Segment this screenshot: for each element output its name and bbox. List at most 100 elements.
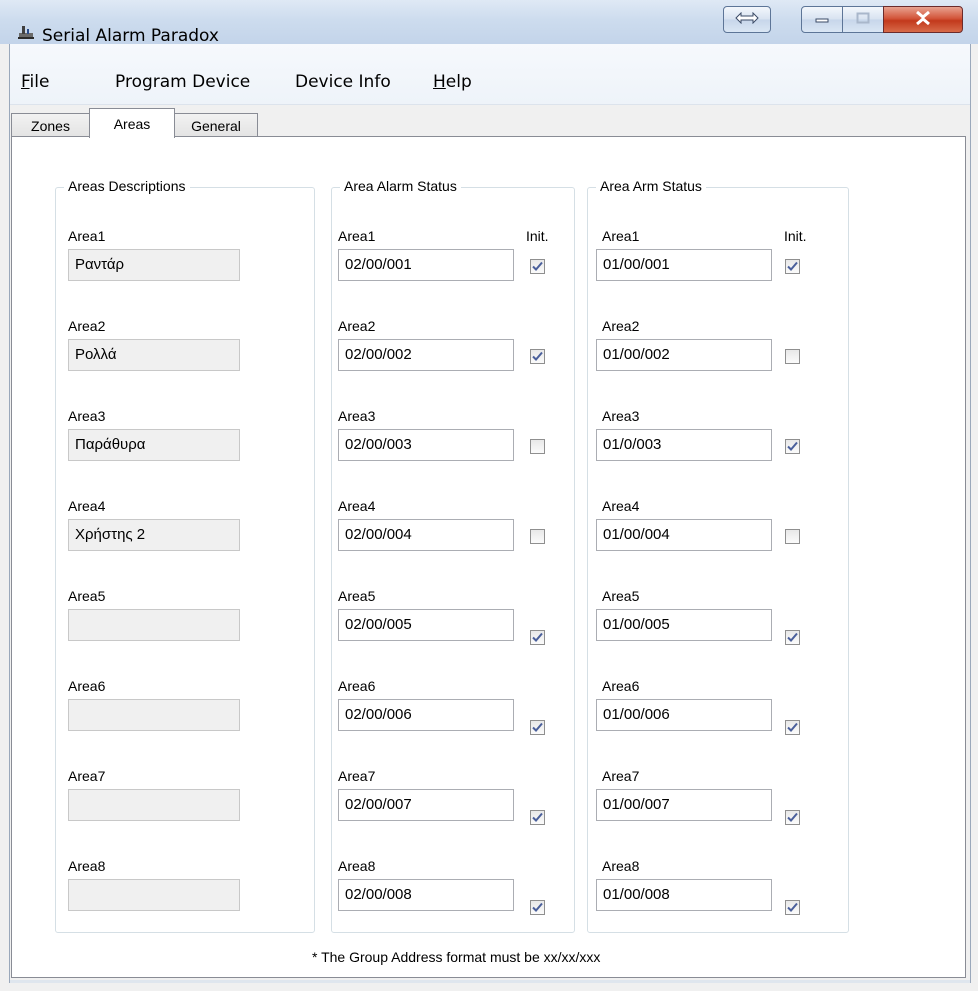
desc-area-label: Area4	[68, 498, 106, 514]
arm-area-label: Area3	[602, 408, 640, 424]
arm-area-label: Area8	[602, 858, 640, 874]
alarm-init-checkbox[interactable]	[530, 630, 545, 645]
alarm-init-checkbox[interactable]	[530, 720, 545, 735]
alarm-address-input[interactable]: 02/00/004	[338, 519, 514, 551]
arm-address-input[interactable]: 01/00/001	[596, 249, 772, 281]
maximize-button[interactable]	[842, 6, 884, 33]
menu-file[interactable]: File	[21, 72, 49, 92]
desc-area-textbox[interactable]: Παράθυρα	[68, 429, 240, 461]
area-arm-status-group: Area Arm Status Init. Area1 01/00/001 Area…	[587, 178, 849, 933]
alarm-init-checkbox[interactable]	[530, 439, 545, 454]
alarm-address-input[interactable]: 02/00/005	[338, 609, 514, 641]
arm-area-label: Area6	[602, 678, 640, 694]
arm-address-input[interactable]: 01/00/007	[596, 789, 772, 821]
title-bar[interactable]: Serial Alarm Paradox	[0, 0, 978, 46]
alarm-init-checkbox[interactable]	[530, 810, 545, 825]
alarm-area-label: Area3	[338, 408, 376, 424]
desc-area-textbox[interactable]	[68, 879, 240, 911]
arm-area-label: Area1	[602, 228, 640, 244]
maximize-icon	[856, 11, 870, 28]
arm-init-checkbox[interactable]	[785, 720, 800, 735]
areas-tab-panel: Areas Descriptions Area1 Ραντάρ Area2 Ρολλά…	[11, 136, 966, 978]
arm-address-input[interactable]: 01/0/003	[596, 429, 772, 461]
double-arrow-icon	[734, 11, 760, 28]
app-icon	[18, 24, 34, 40]
desc-area-textbox[interactable]: Ραντάρ	[68, 249, 240, 281]
tab-general[interactable]: General	[174, 113, 258, 137]
alarm-init-checkbox[interactable]	[530, 900, 545, 915]
alarm-area-label: Area7	[338, 768, 376, 784]
arm-init-checkbox[interactable]	[785, 529, 800, 544]
desc-area-label: Area2	[68, 318, 106, 334]
arm-init-checkbox[interactable]	[785, 810, 800, 825]
tab-strip: Zones Areas General	[10, 105, 970, 138]
window-bottom-edge	[10, 980, 970, 983]
desc-area-textbox[interactable]: Ρολλά	[68, 339, 240, 371]
tab-zones[interactable]: Zones	[11, 113, 90, 137]
menu-help-mnemonic: H	[433, 72, 446, 92]
area-alarm-status-title: Area Alarm Status	[340, 178, 461, 194]
app-window: Serial Alarm Paradox File Program Device	[0, 0, 978, 991]
alarm-init-checkbox[interactable]	[530, 529, 545, 544]
arm-init-checkbox[interactable]	[785, 900, 800, 915]
minimize-icon	[815, 11, 829, 28]
alarm-address-input[interactable]: 02/00/008	[338, 879, 514, 911]
desc-area-textbox[interactable]	[68, 609, 240, 641]
close-icon	[915, 10, 931, 29]
area-alarm-status-group: Area Alarm Status Init. Area1 02/00/001 Ar…	[331, 178, 575, 933]
arm-area-label: Area5	[602, 588, 640, 604]
window-title: Serial Alarm Paradox	[42, 26, 219, 46]
desc-area-label: Area3	[68, 408, 106, 424]
alarm-area-label: Area2	[338, 318, 376, 334]
arm-area-label: Area2	[602, 318, 640, 334]
arm-init-header: Init.	[784, 228, 807, 244]
alarm-area-label: Area4	[338, 498, 376, 514]
desc-area-textbox[interactable]	[68, 699, 240, 731]
alarm-address-input[interactable]: 02/00/001	[338, 249, 514, 281]
alarm-address-input[interactable]: 02/00/006	[338, 699, 514, 731]
alarm-address-input[interactable]: 02/00/003	[338, 429, 514, 461]
menu-help-label: elp	[445, 72, 472, 92]
alarm-address-input[interactable]: 02/00/007	[338, 789, 514, 821]
alarm-area-label: Area1	[338, 228, 376, 244]
desc-area-label: Area5	[68, 588, 106, 604]
arm-init-checkbox[interactable]	[785, 630, 800, 645]
arm-address-input[interactable]: 01/00/006	[596, 699, 772, 731]
group-address-footnote: * The Group Address format must be xx/xx…	[312, 949, 601, 965]
menu-device-info[interactable]: Device Info	[295, 72, 391, 92]
arm-address-input[interactable]: 01/00/002	[596, 339, 772, 371]
alarm-area-label: Area8	[338, 858, 376, 874]
arm-address-input[interactable]: 01/00/008	[596, 879, 772, 911]
menu-bar: File Program Device Device Info Help	[10, 44, 970, 105]
minimize-button[interactable]	[801, 6, 843, 33]
arm-init-checkbox[interactable]	[785, 259, 800, 274]
client-area: File Program Device Device Info Help Zon…	[9, 44, 971, 983]
arm-address-input[interactable]: 01/00/004	[596, 519, 772, 551]
desc-area-textbox[interactable]: Χρήστης 2	[68, 519, 240, 551]
areas-descriptions-group: Areas Descriptions Area1 Ραντάρ Area2 Ρολλά…	[55, 178, 315, 933]
alarm-init-checkbox[interactable]	[530, 349, 545, 364]
alarm-init-checkbox[interactable]	[530, 259, 545, 274]
arm-address-input[interactable]: 01/00/005	[596, 609, 772, 641]
arm-init-checkbox[interactable]	[785, 439, 800, 454]
desc-area-label: Area1	[68, 228, 106, 244]
desc-area-textbox[interactable]	[68, 789, 240, 821]
area-arm-status-title: Area Arm Status	[596, 178, 706, 194]
menu-file-label: ile	[29, 72, 50, 92]
tab-areas[interactable]: Areas	[89, 108, 175, 138]
arm-init-checkbox[interactable]	[785, 349, 800, 364]
swap-button[interactable]	[723, 6, 771, 33]
alarm-address-input[interactable]: 02/00/002	[338, 339, 514, 371]
alarm-area-label: Area5	[338, 588, 376, 604]
areas-descriptions-title: Areas Descriptions	[64, 178, 190, 194]
desc-area-label: Area7	[68, 768, 106, 784]
menu-program-device[interactable]: Program Device	[115, 72, 250, 92]
alarm-init-header: Init.	[526, 228, 549, 244]
arm-area-label: Area4	[602, 498, 640, 514]
close-button[interactable]	[883, 6, 963, 33]
desc-area-label: Area6	[68, 678, 106, 694]
desc-area-label: Area8	[68, 858, 106, 874]
alarm-area-label: Area6	[338, 678, 376, 694]
menu-help[interactable]: Help	[433, 72, 472, 92]
arm-area-label: Area7	[602, 768, 640, 784]
